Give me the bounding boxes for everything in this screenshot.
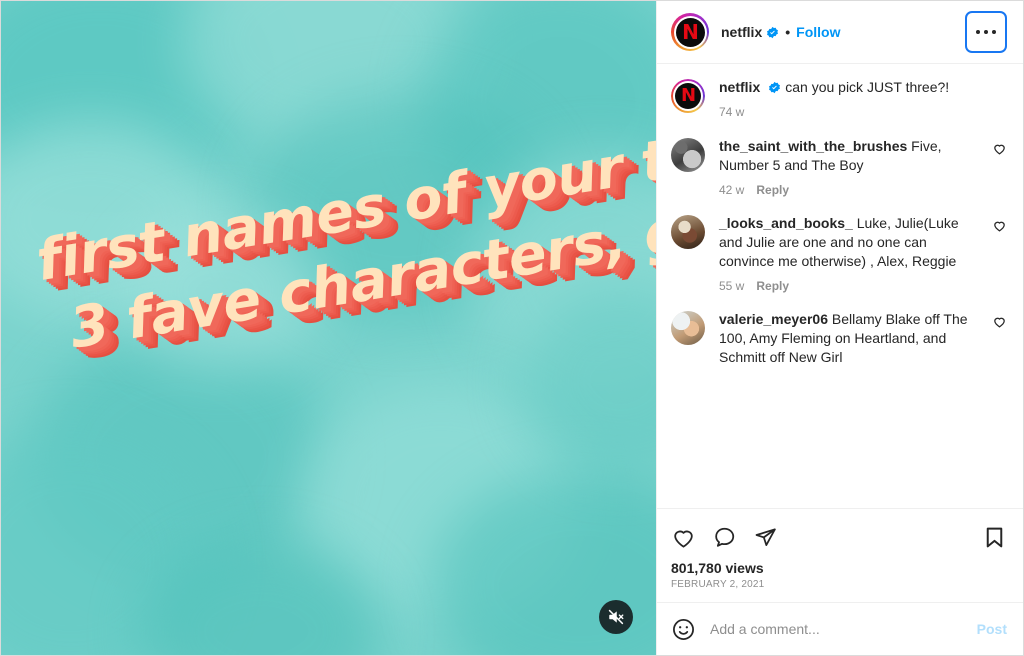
netflix-logo-icon: N [675, 17, 705, 47]
speaker-muted-icon [608, 609, 624, 625]
share-paper-plane-icon [755, 527, 776, 546]
like-button[interactable] [671, 525, 696, 550]
comment-like-button[interactable] [992, 310, 1007, 367]
reply-button[interactable]: Reply [756, 183, 789, 197]
commenter-username[interactable]: _looks_and_books_ [719, 215, 853, 231]
heart-icon [994, 317, 1005, 328]
tie-dye-background [1, 1, 656, 655]
more-options-button[interactable] [965, 11, 1007, 53]
comment-item: valerie_meyer06 Bellamy Blake off The 10… [671, 310, 1007, 367]
follow-button[interactable]: Follow [796, 24, 840, 40]
comment-item: the_saint_with_the_brushes Five, Number … [671, 137, 1007, 197]
caption-text: can you pick JUST three?! [785, 79, 950, 95]
add-comment-bar: Post [657, 602, 1023, 655]
comment-button[interactable] [712, 525, 737, 550]
header-separator: • [785, 24, 791, 40]
comment-bubble-icon [715, 527, 735, 547]
heart-icon [994, 144, 1005, 155]
save-button[interactable] [982, 525, 1007, 550]
caption-avatar[interactable]: N [671, 79, 705, 113]
post-comment-button[interactable]: Post [977, 621, 1007, 637]
verified-badge-icon [764, 81, 785, 94]
view-count: 801,780 views [671, 560, 764, 576]
comment-timestamp: 42 w [719, 183, 745, 197]
comment-like-button[interactable] [992, 214, 1007, 293]
caption-timestamp: 74 w [719, 105, 745, 119]
instagram-post: first names of your top 3 fave character… [0, 0, 1024, 656]
add-comment-input[interactable] [710, 621, 967, 637]
author-username[interactable]: netflix [721, 24, 762, 40]
emoji-picker-button[interactable] [671, 617, 696, 642]
commenter-avatar[interactable] [671, 138, 705, 172]
post-sidebar: N netflix • Follow N netflix can you pic… [656, 1, 1023, 655]
commenter-username[interactable]: valerie_meyer06 [719, 311, 828, 327]
heart-icon [674, 530, 693, 548]
post-header: N netflix • Follow [657, 1, 1023, 64]
reply-button[interactable]: Reply [756, 279, 789, 293]
post-media[interactable]: first names of your top 3 fave character… [1, 1, 656, 655]
comment-like-button[interactable] [992, 137, 1007, 197]
comment-item: _looks_and_books_ Luke, Julie(Luke and J… [671, 214, 1007, 293]
commenter-username[interactable]: the_saint_with_the_brushes [719, 138, 907, 154]
heart-icon [994, 221, 1005, 232]
comment-timestamp: 55 w [719, 279, 745, 293]
bookmark-icon [986, 527, 1003, 547]
mute-toggle-button[interactable] [599, 600, 633, 634]
emoji-smiley-icon [673, 618, 694, 640]
share-button[interactable] [753, 525, 778, 550]
action-bar [671, 516, 1007, 558]
post-actions-section: 801,780 views FEBRUARY 2, 2021 [657, 508, 1023, 602]
more-options-icon [976, 30, 996, 34]
comments-scroll-area[interactable]: N netflix can you pick JUST three?! 74 w [657, 64, 1023, 508]
post-date: FEBRUARY 2, 2021 [671, 579, 765, 590]
author-avatar[interactable]: N [671, 13, 709, 51]
commenter-avatar[interactable] [671, 311, 705, 345]
post-caption: N netflix can you pick JUST three?! 74 w [671, 78, 1007, 119]
verified-badge-icon [766, 26, 779, 39]
commenter-avatar[interactable] [671, 215, 705, 249]
netflix-logo-icon: N [675, 83, 701, 109]
caption-username[interactable]: netflix [719, 79, 760, 95]
